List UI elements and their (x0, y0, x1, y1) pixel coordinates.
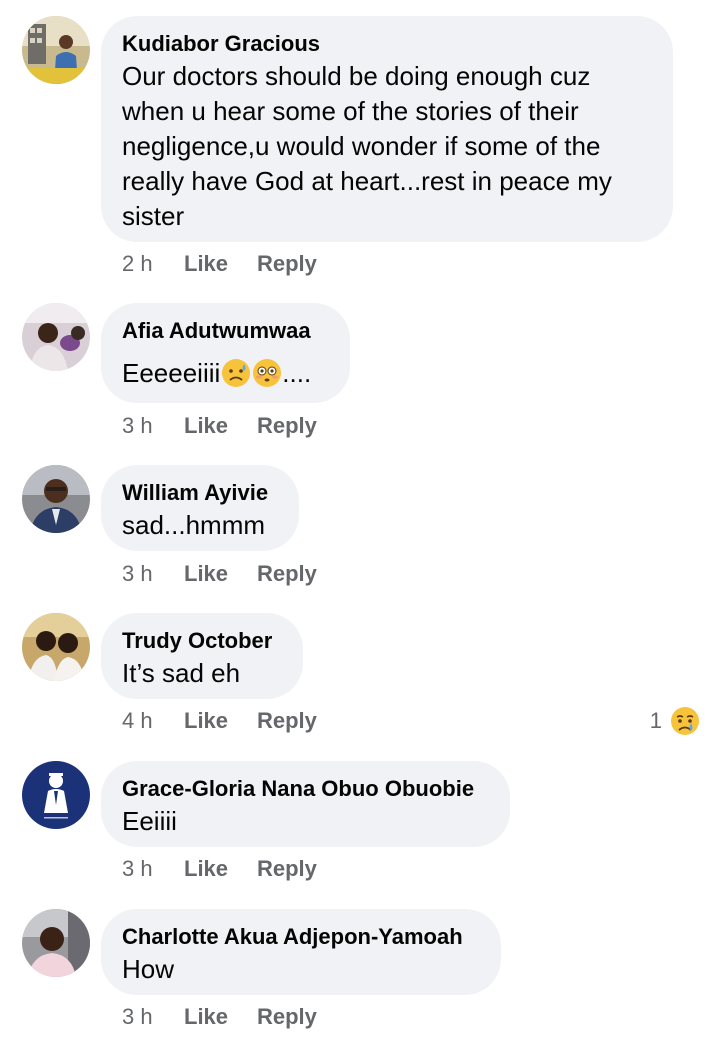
commenter-name[interactable]: Kudiabor Gracious (122, 30, 651, 58)
commenter-name[interactable]: Charlotte Akua Adjepon-Yamoah (122, 923, 479, 951)
reply-button[interactable]: Reply (257, 706, 317, 736)
comment-timestamp[interactable]: 3 h (122, 559, 153, 589)
person-photo-icon (22, 16, 90, 84)
like-button[interactable]: Like (184, 1002, 228, 1032)
avatar[interactable] (22, 465, 90, 533)
comment-text: sad...hmmm (122, 510, 266, 540)
comment-text: It’s sad eh (122, 658, 241, 688)
avatar[interactable] (22, 909, 90, 977)
comment-timestamp[interactable]: 3 h (122, 411, 153, 441)
sad-reaction-icon (670, 706, 700, 744)
comment-bubble: Trudy October It’s sad eh (101, 613, 303, 699)
comment-text: Eeiiii (122, 806, 177, 836)
comment-bubble: William Ayivie sad...hmmm (101, 465, 299, 551)
person-photo-icon (22, 909, 90, 977)
like-button[interactable]: Like (184, 249, 228, 279)
commenter-name[interactable]: Trudy October (122, 627, 281, 655)
avatar[interactable] (22, 761, 90, 829)
sad-sweat-face-emoji (221, 358, 251, 397)
comment-text-suffix: .... (282, 358, 312, 388)
comment-text: How (122, 954, 175, 984)
reaction-summary[interactable]: 1 (620, 706, 700, 736)
comment-timestamp[interactable]: 3 h (122, 854, 153, 884)
reply-button[interactable]: Reply (257, 559, 317, 589)
person-photo-icon (22, 303, 90, 371)
commenter-name[interactable]: William Ayivie (122, 479, 277, 507)
reply-button[interactable]: Reply (257, 249, 317, 279)
reply-button[interactable]: Reply (257, 1002, 317, 1032)
comment-text: Our doctors should be doing enough cuz w… (122, 61, 612, 231)
suited-figure-logo-icon (22, 761, 90, 829)
person-photo-icon (22, 465, 90, 533)
comment-bubble: Grace-Gloria Nana Obuo Obuobie Eeiiii (101, 761, 510, 847)
avatar[interactable] (22, 16, 90, 84)
like-button[interactable]: Like (184, 411, 228, 441)
avatar[interactable] (22, 613, 90, 681)
comment-bubble: Kudiabor Gracious Our doctors should be … (101, 16, 673, 242)
comment-bubble: Afia Adutwumwaa Eeeeeiiii.... (101, 303, 350, 403)
comment-text-main: Eeeeeiiii (122, 358, 221, 388)
comment-timestamp[interactable]: 2 h (122, 249, 153, 279)
reply-button[interactable]: Reply (257, 854, 317, 884)
commenter-name[interactable]: Grace-Gloria Nana Obuo Obuobie (122, 775, 488, 803)
like-button[interactable]: Like (184, 559, 228, 589)
avatar[interactable] (22, 303, 90, 371)
like-button[interactable]: Like (184, 706, 228, 736)
like-button[interactable]: Like (184, 854, 228, 884)
comment-bubble: Charlotte Akua Adjepon-Yamoah How (101, 909, 501, 995)
reaction-count: 1 (649, 708, 662, 733)
person-photo-icon (22, 613, 90, 681)
commenter-name[interactable]: Afia Adutwumwaa (122, 317, 328, 345)
comment-timestamp[interactable]: 3 h (122, 1002, 153, 1032)
reply-button[interactable]: Reply (257, 411, 317, 441)
flushed-face-emoji (252, 358, 282, 397)
comment-timestamp[interactable]: 4 h (122, 706, 153, 736)
comment-text: Eeeeeiiii.... (122, 356, 328, 397)
